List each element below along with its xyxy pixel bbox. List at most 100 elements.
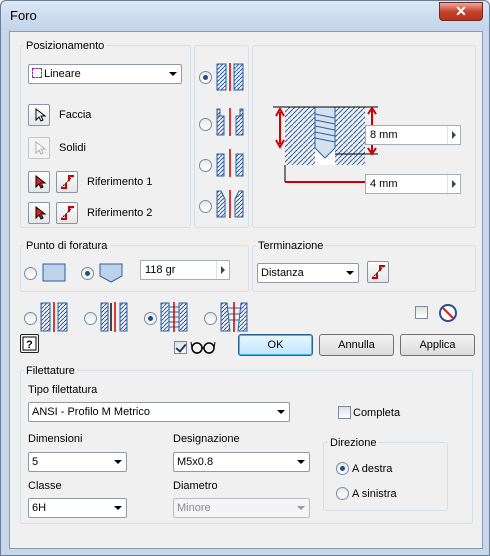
drill-angle-value: 118 gr bbox=[145, 264, 176, 276]
reference2-select-button[interactable] bbox=[28, 202, 50, 224]
cursor-arrow-red-icon bbox=[35, 205, 47, 220]
designation-combo[interactable]: M5x0.8 bbox=[173, 452, 310, 472]
positioning-group-label: Posizionamento bbox=[24, 40, 107, 52]
cursor-arrow-disabled-icon bbox=[35, 140, 47, 155]
drill-point-group-label: Punto di foratura bbox=[24, 240, 110, 252]
diameter-combo[interactable]: Minore bbox=[173, 498, 310, 518]
thread-type-combo[interactable]: ANSI - Profilo M Metrico bbox=[28, 402, 290, 422]
class-combo[interactable]: 6H bbox=[28, 498, 127, 518]
dialog-client: Posizionamento Lineare Faccia Solidi Rif… bbox=[9, 31, 483, 549]
counterbore-hole-icon bbox=[216, 108, 244, 136]
placement-value: Lineare bbox=[44, 68, 81, 80]
window-title: Foro bbox=[10, 8, 37, 23]
reference1-label: Riferimento 1 bbox=[87, 176, 153, 188]
hole-tapped-radio[interactable] bbox=[144, 312, 157, 325]
solids-select-button[interactable] bbox=[28, 137, 50, 159]
depth-input[interactable]: 8 mm bbox=[365, 125, 461, 145]
designation-label: Designazione bbox=[173, 433, 240, 445]
linear-placement-icon bbox=[32, 68, 42, 78]
drill-point-flat-radio[interactable] bbox=[24, 267, 37, 280]
termination-combo[interactable]: Distanza bbox=[257, 263, 359, 283]
diameter-label: Diametro bbox=[173, 480, 218, 492]
chevron-down-icon bbox=[114, 506, 122, 510]
chevron-down-icon bbox=[277, 410, 285, 414]
diameter-input[interactable]: 4 mm bbox=[365, 174, 461, 194]
glasses-preview-icon bbox=[190, 341, 216, 354]
reference2-label: Riferimento 2 bbox=[87, 207, 153, 219]
class-value: 6H bbox=[32, 502, 47, 514]
face-label: Faccia bbox=[59, 109, 92, 121]
dialog-window: Foro ✕ Posizionamento Lineare Faccia Sol… bbox=[0, 0, 490, 556]
drill-angle-input[interactable]: 118 gr bbox=[140, 260, 230, 280]
ok-button[interactable]: OK bbox=[238, 334, 313, 356]
hole-clearance-radio[interactable] bbox=[84, 312, 97, 325]
direction-group bbox=[323, 442, 448, 511]
spin-arrow-icon[interactable] bbox=[216, 261, 229, 279]
right-hand-label: A destra bbox=[352, 463, 393, 475]
cancel-button[interactable]: Annulla bbox=[319, 334, 394, 356]
hole-type-countersink-radio[interactable] bbox=[199, 200, 212, 213]
full-depth-checkbox[interactable] bbox=[338, 406, 351, 419]
flip-direction-icon bbox=[60, 175, 74, 189]
chevron-down-icon bbox=[346, 271, 354, 275]
left-hand-label: A sinistra bbox=[352, 488, 397, 500]
diameter-value: 4 mm bbox=[370, 178, 398, 190]
drill-point-angle-radio[interactable] bbox=[81, 267, 94, 280]
hole-type-drilled-radio[interactable] bbox=[199, 71, 212, 84]
size-combo[interactable]: 5 bbox=[28, 452, 127, 472]
face-select-button[interactable] bbox=[28, 104, 50, 126]
direction-group-label: Direzione bbox=[328, 437, 379, 449]
thread-type-label: Tipo filettatura bbox=[28, 384, 98, 396]
threads-group-label: Filettature bbox=[24, 365, 77, 377]
chevron-down-icon bbox=[297, 460, 305, 464]
countersink-hole-icon bbox=[216, 190, 244, 218]
close-button[interactable]: ✕ bbox=[439, 2, 483, 21]
drilled-hole-icon bbox=[216, 63, 244, 91]
spin-arrow-icon[interactable] bbox=[447, 175, 460, 193]
hole-taper-tapped-radio[interactable] bbox=[204, 312, 217, 325]
clearance-hole-icon bbox=[100, 302, 128, 332]
help-icon: ? bbox=[22, 336, 37, 351]
flip-direction-icon bbox=[371, 265, 385, 279]
flip-direction-icon bbox=[60, 206, 74, 220]
apply-button[interactable]: Applica bbox=[400, 334, 475, 356]
cursor-arrow-red-icon bbox=[35, 174, 47, 189]
simple-hole-icon bbox=[40, 302, 68, 332]
spotface-hole-icon bbox=[216, 149, 244, 177]
right-hand-radio[interactable] bbox=[336, 462, 349, 475]
termination-value: Distanza bbox=[261, 267, 304, 279]
hole-type-spotface-radio[interactable] bbox=[199, 159, 212, 172]
cursor-arrow-icon bbox=[35, 107, 47, 122]
thread-type-value: ANSI - Profilo M Metrico bbox=[32, 406, 150, 418]
taper-tapped-hole-icon bbox=[220, 302, 248, 332]
tapped-hole-icon bbox=[160, 302, 188, 332]
diameter-combo-value: Minore bbox=[177, 502, 211, 514]
no-entry-icon[interactable] bbox=[438, 303, 458, 323]
help-button[interactable]: ? bbox=[20, 334, 39, 353]
title-bar: Foro ✕ bbox=[1, 1, 489, 31]
svg-text:?: ? bbox=[26, 339, 33, 351]
reference1-flip-button[interactable] bbox=[56, 171, 78, 193]
reference1-select-button[interactable] bbox=[28, 171, 50, 193]
spin-arrow-icon[interactable] bbox=[447, 126, 460, 144]
depth-value: 8 mm bbox=[370, 129, 398, 141]
class-label: Classe bbox=[28, 480, 62, 492]
preview-checkbox[interactable] bbox=[174, 341, 187, 354]
termination-group-label: Terminazione bbox=[256, 240, 326, 252]
hole-type-counterbore-radio[interactable] bbox=[199, 118, 212, 131]
chevron-down-icon bbox=[169, 72, 177, 76]
solids-label: Solidi bbox=[59, 142, 86, 154]
termination-flip-button[interactable] bbox=[367, 261, 389, 283]
full-depth-label: Completa bbox=[353, 407, 401, 419]
left-hand-radio[interactable] bbox=[336, 487, 349, 500]
size-label: Dimensioni bbox=[28, 433, 83, 445]
reference2-flip-button[interactable] bbox=[56, 202, 78, 224]
size-value: 5 bbox=[32, 456, 39, 468]
chevron-down-icon bbox=[297, 506, 305, 510]
chevron-down-icon bbox=[114, 460, 122, 464]
designation-value: M5x0.8 bbox=[177, 456, 214, 468]
extra-option-checkbox[interactable] bbox=[415, 306, 428, 319]
flat-drill-point-icon bbox=[42, 263, 66, 282]
placement-combo[interactable]: Lineare bbox=[28, 64, 182, 84]
hole-simple-radio[interactable] bbox=[24, 312, 37, 325]
